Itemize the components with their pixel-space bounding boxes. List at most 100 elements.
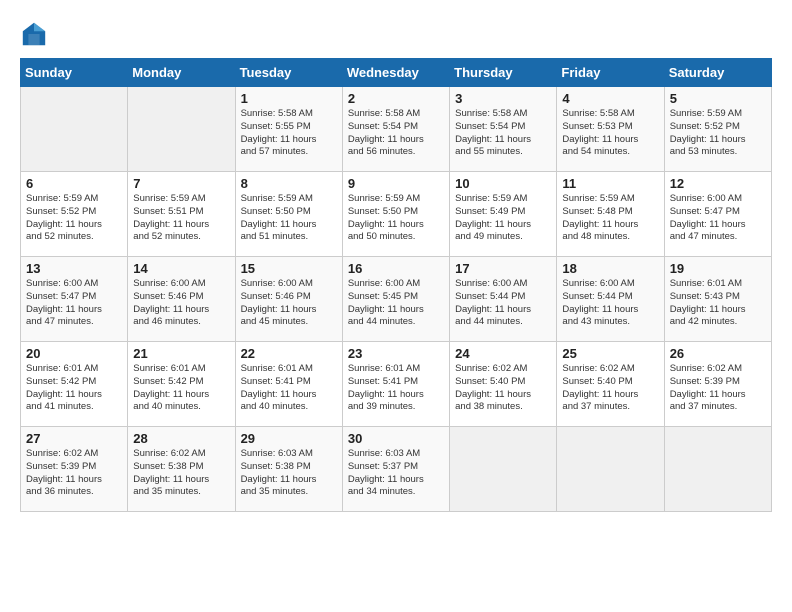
day-info: Sunrise: 6:01 AM Sunset: 5:41 PM Dayligh… <box>348 363 444 414</box>
calendar-cell: 20Sunrise: 6:01 AM Sunset: 5:42 PM Dayli… <box>21 342 128 427</box>
day-number: 18 <box>562 261 658 276</box>
day-info: Sunrise: 5:59 AM Sunset: 5:52 PM Dayligh… <box>26 193 122 244</box>
calendar-table: SundayMondayTuesdayWednesdayThursdayFrid… <box>20 58 772 512</box>
day-number: 2 <box>348 91 444 106</box>
day-info: Sunrise: 5:59 AM Sunset: 5:49 PM Dayligh… <box>455 193 551 244</box>
day-info: Sunrise: 5:59 AM Sunset: 5:52 PM Dayligh… <box>670 108 766 159</box>
day-number: 16 <box>348 261 444 276</box>
calendar-cell: 4 Sunrise: 5:58 AM Sunset: 5:53 PM Daylig… <box>557 87 664 172</box>
day-info: Sunrise: 6:01 AM Sunset: 5:43 PM Dayligh… <box>670 278 766 329</box>
day-number: 10 <box>455 176 551 191</box>
calendar-cell: 25 Sunrise: 6:02 AM Sunset: 5:40 PM Dayli… <box>557 342 664 427</box>
calendar-cell <box>557 427 664 512</box>
day-number: 27 <box>26 431 122 446</box>
weekday-header-monday: Monday <box>128 59 235 87</box>
day-info: Sunrise: 6:01 AM Sunset: 5:41 PM Dayligh… <box>241 363 337 414</box>
day-number: 24 <box>455 346 551 361</box>
calendar-cell: 16 Sunrise: 6:00 AM Sunset: 5:45 PM Dayli… <box>342 257 449 342</box>
day-info: Sunrise: 6:02 AM Sunset: 5:40 PM Dayligh… <box>455 363 551 414</box>
calendar-cell: 24 Sunrise: 6:02 AM Sunset: 5:40 PM Dayli… <box>450 342 557 427</box>
day-info: Sunrise: 6:01 AM Sunset: 5:42 PM Dayligh… <box>26 363 122 414</box>
weekday-header-friday: Friday <box>557 59 664 87</box>
calendar-week-1: 1 Sunrise: 5:58 AM Sunset: 5:55 PM Daylig… <box>21 87 772 172</box>
weekday-header-thursday: Thursday <box>450 59 557 87</box>
day-number: 25 <box>562 346 658 361</box>
calendar-week-5: 27 Sunrise: 6:02 AM Sunset: 5:39 PM Dayli… <box>21 427 772 512</box>
day-number: 14 <box>133 261 229 276</box>
day-number: 22 <box>241 346 337 361</box>
day-number: 6 <box>26 176 122 191</box>
calendar-cell: 29Sunrise: 6:03 AM Sunset: 5:38 PM Dayli… <box>235 427 342 512</box>
calendar-cell: 18Sunrise: 6:00 AM Sunset: 5:44 PM Dayli… <box>557 257 664 342</box>
day-info: Sunrise: 5:59 AM Sunset: 5:50 PM Dayligh… <box>348 193 444 244</box>
day-number: 7 <box>133 176 229 191</box>
calendar-cell <box>450 427 557 512</box>
calendar-cell: 11 Sunrise: 5:59 AM Sunset: 5:48 PM Dayli… <box>557 172 664 257</box>
day-info: Sunrise: 5:58 AM Sunset: 5:53 PM Dayligh… <box>562 108 658 159</box>
weekday-header-tuesday: Tuesday <box>235 59 342 87</box>
calendar-cell <box>664 427 771 512</box>
calendar-cell <box>128 87 235 172</box>
day-info: Sunrise: 6:00 AM Sunset: 5:46 PM Dayligh… <box>133 278 229 329</box>
day-info: Sunrise: 5:59 AM Sunset: 5:50 PM Dayligh… <box>241 193 337 244</box>
calendar-cell: 14 Sunrise: 6:00 AM Sunset: 5:46 PM Dayli… <box>128 257 235 342</box>
day-info: Sunrise: 6:02 AM Sunset: 5:38 PM Dayligh… <box>133 448 229 499</box>
calendar-cell: 23 Sunrise: 6:01 AM Sunset: 5:41 PM Dayli… <box>342 342 449 427</box>
day-info: Sunrise: 6:00 AM Sunset: 5:47 PM Dayligh… <box>26 278 122 329</box>
weekday-header-saturday: Saturday <box>664 59 771 87</box>
weekday-header-sunday: Sunday <box>21 59 128 87</box>
day-number: 23 <box>348 346 444 361</box>
day-number: 11 <box>562 176 658 191</box>
day-info: Sunrise: 6:02 AM Sunset: 5:40 PM Dayligh… <box>562 363 658 414</box>
day-info: Sunrise: 6:02 AM Sunset: 5:39 PM Dayligh… <box>670 363 766 414</box>
calendar-cell: 12 Sunrise: 6:00 AM Sunset: 5:47 PM Dayli… <box>664 172 771 257</box>
day-number: 19 <box>670 261 766 276</box>
day-info: Sunrise: 6:00 AM Sunset: 5:47 PM Dayligh… <box>670 193 766 244</box>
calendar-cell: 28 Sunrise: 6:02 AM Sunset: 5:38 PM Dayli… <box>128 427 235 512</box>
day-info: Sunrise: 6:00 AM Sunset: 5:45 PM Dayligh… <box>348 278 444 329</box>
calendar-cell: 30Sunrise: 6:03 AM Sunset: 5:37 PM Dayli… <box>342 427 449 512</box>
day-info: Sunrise: 6:03 AM Sunset: 5:37 PM Dayligh… <box>348 448 444 499</box>
calendar-cell: 27 Sunrise: 6:02 AM Sunset: 5:39 PM Dayli… <box>21 427 128 512</box>
calendar-cell: 10 Sunrise: 5:59 AM Sunset: 5:49 PM Dayli… <box>450 172 557 257</box>
day-number: 4 <box>562 91 658 106</box>
calendar-week-3: 13 Sunrise: 6:00 AM Sunset: 5:47 PM Dayli… <box>21 257 772 342</box>
day-info: Sunrise: 6:01 AM Sunset: 5:42 PM Dayligh… <box>133 363 229 414</box>
day-info: Sunrise: 6:00 AM Sunset: 5:46 PM Dayligh… <box>241 278 337 329</box>
day-info: Sunrise: 5:58 AM Sunset: 5:55 PM Dayligh… <box>241 108 337 159</box>
day-number: 28 <box>133 431 229 446</box>
calendar-cell: 15 Sunrise: 6:00 AM Sunset: 5:46 PM Dayli… <box>235 257 342 342</box>
calendar-week-4: 20Sunrise: 6:01 AM Sunset: 5:42 PM Dayli… <box>21 342 772 427</box>
day-number: 9 <box>348 176 444 191</box>
calendar-cell: 7 Sunrise: 5:59 AM Sunset: 5:51 PM Daylig… <box>128 172 235 257</box>
day-number: 13 <box>26 261 122 276</box>
day-number: 3 <box>455 91 551 106</box>
calendar-cell: 1 Sunrise: 5:58 AM Sunset: 5:55 PM Daylig… <box>235 87 342 172</box>
day-info: Sunrise: 5:58 AM Sunset: 5:54 PM Dayligh… <box>348 108 444 159</box>
day-info: Sunrise: 5:58 AM Sunset: 5:54 PM Dayligh… <box>455 108 551 159</box>
calendar-cell: 26 Sunrise: 6:02 AM Sunset: 5:39 PM Dayli… <box>664 342 771 427</box>
page-header <box>20 20 772 48</box>
day-info: Sunrise: 5:59 AM Sunset: 5:48 PM Dayligh… <box>562 193 658 244</box>
calendar-cell: 5Sunrise: 5:59 AM Sunset: 5:52 PM Daylig… <box>664 87 771 172</box>
calendar-cell: 22 Sunrise: 6:01 AM Sunset: 5:41 PM Dayli… <box>235 342 342 427</box>
day-info: Sunrise: 6:00 AM Sunset: 5:44 PM Dayligh… <box>455 278 551 329</box>
day-number: 1 <box>241 91 337 106</box>
day-info: Sunrise: 6:02 AM Sunset: 5:39 PM Dayligh… <box>26 448 122 499</box>
calendar-cell: 6 Sunrise: 5:59 AM Sunset: 5:52 PM Daylig… <box>21 172 128 257</box>
day-number: 26 <box>670 346 766 361</box>
calendar-cell: 9 Sunrise: 5:59 AM Sunset: 5:50 PM Daylig… <box>342 172 449 257</box>
weekday-header-wednesday: Wednesday <box>342 59 449 87</box>
day-number: 8 <box>241 176 337 191</box>
day-info: Sunrise: 5:59 AM Sunset: 5:51 PM Dayligh… <box>133 193 229 244</box>
calendar-cell: 3 Sunrise: 5:58 AM Sunset: 5:54 PM Daylig… <box>450 87 557 172</box>
calendar-cell: 19 Sunrise: 6:01 AM Sunset: 5:43 PM Dayli… <box>664 257 771 342</box>
calendar-cell <box>21 87 128 172</box>
logo <box>20 20 52 48</box>
day-number: 29 <box>241 431 337 446</box>
calendar-cell: 8 Sunrise: 5:59 AM Sunset: 5:50 PM Daylig… <box>235 172 342 257</box>
weekday-header-row: SundayMondayTuesdayWednesdayThursdayFrid… <box>21 59 772 87</box>
day-number: 12 <box>670 176 766 191</box>
day-number: 15 <box>241 261 337 276</box>
day-number: 21 <box>133 346 229 361</box>
